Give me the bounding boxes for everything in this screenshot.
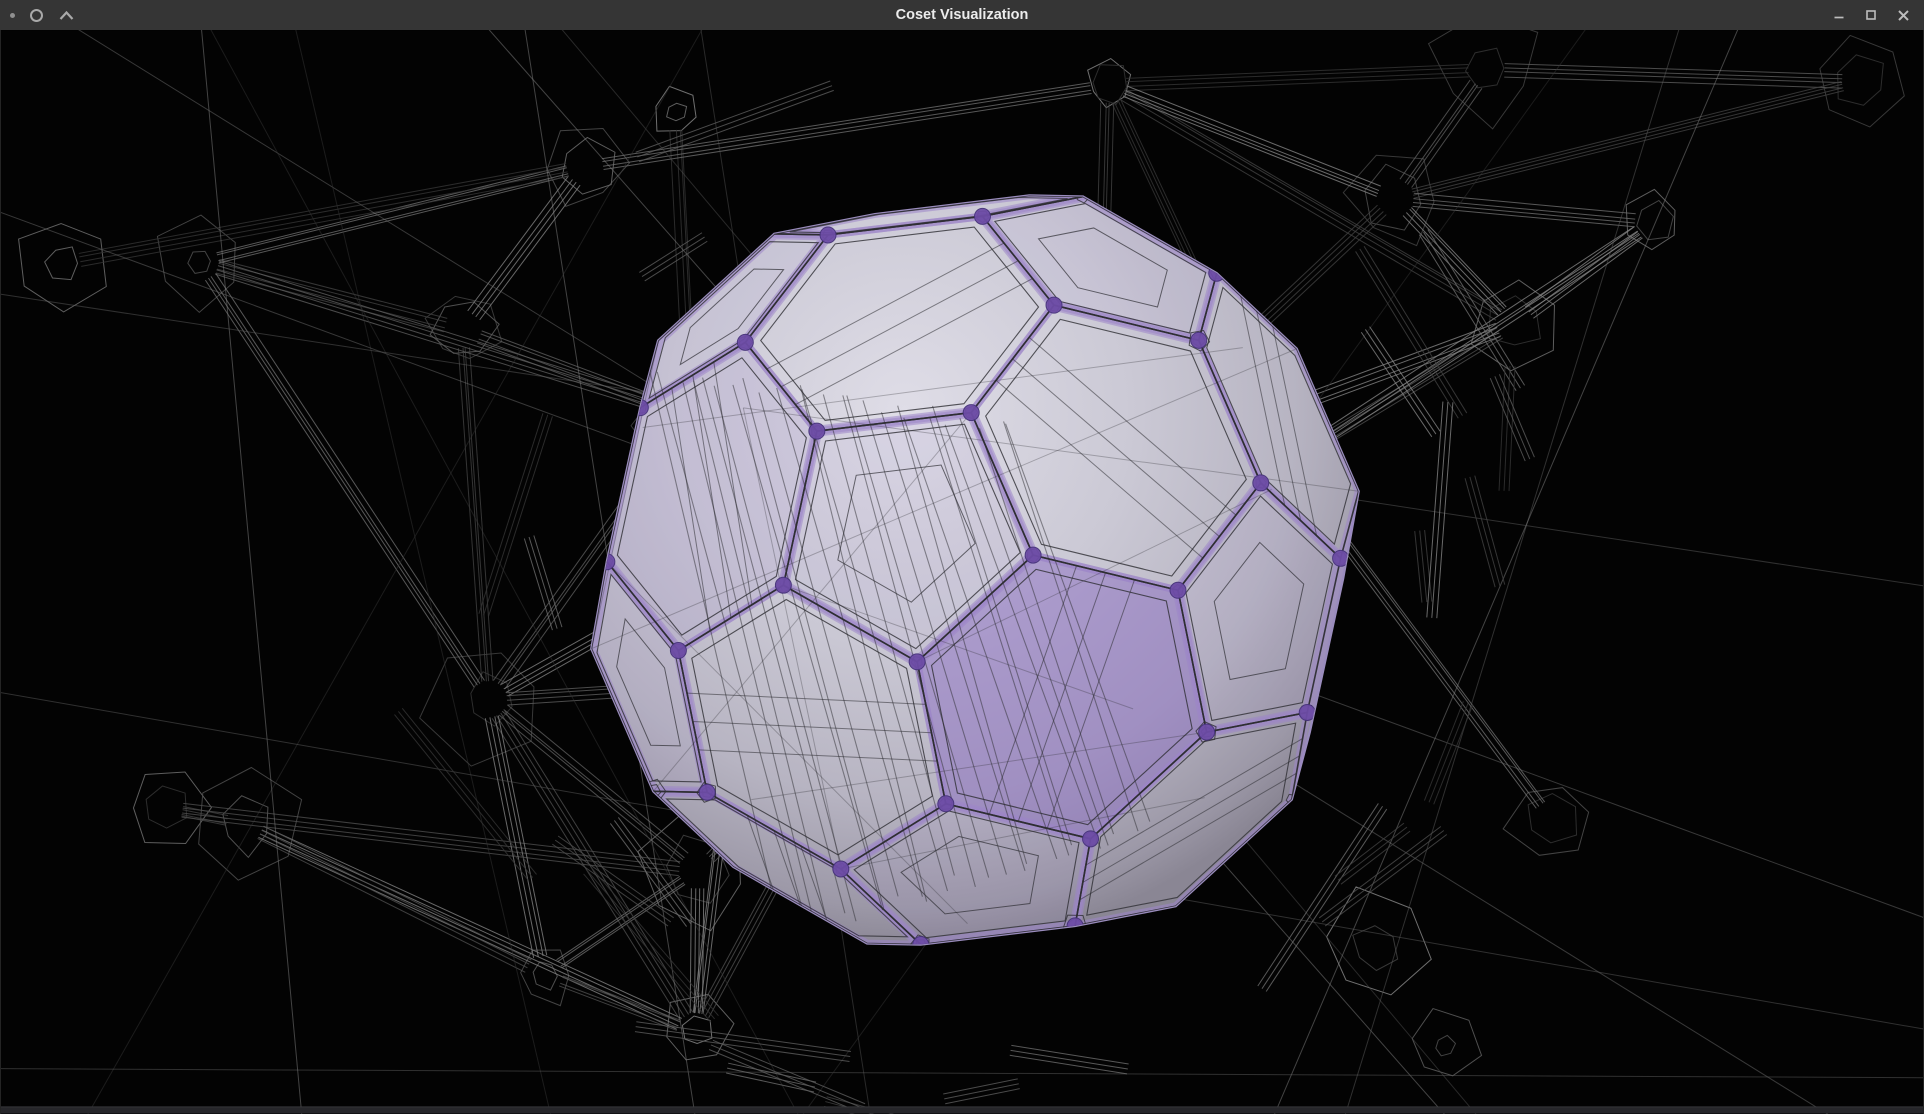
close-icon	[1896, 8, 1911, 23]
close-button[interactable]	[1894, 6, 1912, 24]
maximize-icon	[1864, 8, 1878, 22]
window-controls	[1830, 0, 1912, 30]
titlebar[interactable]: Coset Visualization	[0, 0, 1924, 30]
minimize-button[interactable]	[1830, 6, 1848, 24]
viewport-3d[interactable]	[0, 30, 1924, 1114]
coset-render-canvas[interactable]	[1, 30, 1923, 1114]
chevron-up-icon[interactable]	[58, 10, 75, 21]
minimize-icon	[1832, 8, 1846, 22]
maximize-button[interactable]	[1862, 6, 1880, 24]
titlebar-left-icons	[10, 0, 75, 30]
circle-icon[interactable]	[30, 9, 43, 22]
status-dot-icon	[10, 13, 15, 18]
window-title: Coset Visualization	[0, 0, 1924, 30]
